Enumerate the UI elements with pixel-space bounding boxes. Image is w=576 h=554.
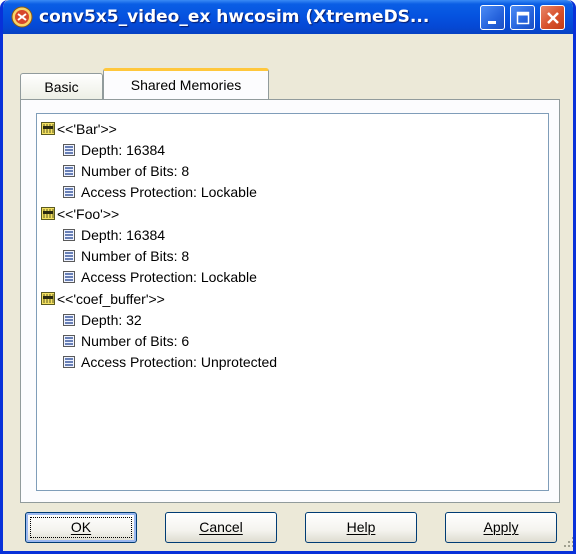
tree-group-label: <<'coef_buffer'>> <box>57 291 165 307</box>
resize-grip-icon[interactable] <box>563 536 575 548</box>
tree-item-label: Access Protection: Lockable <box>81 269 257 285</box>
title-bar[interactable]: conv5x5_video_ex hwcosim (XtremeDS... <box>3 0 573 34</box>
ok-button[interactable]: OK <box>25 512 137 543</box>
ok-button-label: OK <box>70 519 92 535</box>
shared-memories-panel: <<'Bar'>> Depth: 16384 Number of Bits: 8 <box>20 99 560 503</box>
tree-item-label: Number of Bits: 8 <box>81 163 190 179</box>
help-button-label: Help <box>346 519 376 535</box>
property-leaf-icon <box>63 229 75 241</box>
apply-button-label: Apply <box>483 519 519 535</box>
minimize-icon <box>488 21 496 24</box>
tab-strip: Basic Shared Memories <box>20 68 560 100</box>
dialog-window: conv5x5_video_ex hwcosim (XtremeDS... Ba… <box>0 0 576 554</box>
memory-block-icon <box>41 122 55 135</box>
window-title: conv5x5_video_ex hwcosim (XtremeDS... <box>39 7 430 27</box>
tab-shared-memories[interactable]: Shared Memories <box>103 68 269 100</box>
maximize-button[interactable] <box>510 5 535 30</box>
tree-item-label: Number of Bits: 6 <box>81 333 190 349</box>
maximize-icon <box>516 11 530 25</box>
property-leaf-icon <box>63 144 75 156</box>
tree-item-label: Access Protection: Lockable <box>81 184 257 200</box>
tree-item-label: Access Protection: Unprotected <box>81 354 278 370</box>
tree-item-label: Depth: 16384 <box>81 227 166 243</box>
property-leaf-icon <box>63 186 75 198</box>
tab-shared-memories-label: Shared Memories <box>130 77 242 93</box>
property-leaf-icon <box>63 271 75 283</box>
property-leaf-icon <box>63 335 75 347</box>
app-icon <box>11 6 33 28</box>
memory-tree[interactable]: <<'Bar'>> Depth: 16384 Number of Bits: 8 <box>36 113 549 491</box>
tree-item-label: Number of Bits: 8 <box>81 248 190 264</box>
property-leaf-icon <box>63 250 75 262</box>
property-leaf-icon <box>63 314 75 326</box>
memory-block-icon <box>41 292 55 305</box>
minimize-button[interactable] <box>480 5 505 30</box>
memory-block-icon <box>41 207 55 220</box>
close-button[interactable] <box>540 5 565 30</box>
cancel-button-label: Cancel <box>199 519 243 535</box>
tree-item-label: Depth: 16384 <box>81 142 166 158</box>
property-leaf-icon <box>63 356 75 368</box>
tree-group-label: <<'Bar'>> <box>57 121 117 137</box>
cancel-button[interactable]: Cancel <box>165 512 277 543</box>
help-button[interactable]: Help <box>305 512 417 543</box>
property-leaf-icon <box>63 165 75 177</box>
tab-basic[interactable]: Basic <box>20 73 103 100</box>
tab-basic-label: Basic <box>44 79 79 95</box>
close-icon <box>547 12 559 24</box>
tree-group-label: <<'Foo'>> <box>57 206 120 222</box>
apply-button[interactable]: Apply <box>445 512 557 543</box>
tree-item-label: Depth: 32 <box>81 312 142 328</box>
